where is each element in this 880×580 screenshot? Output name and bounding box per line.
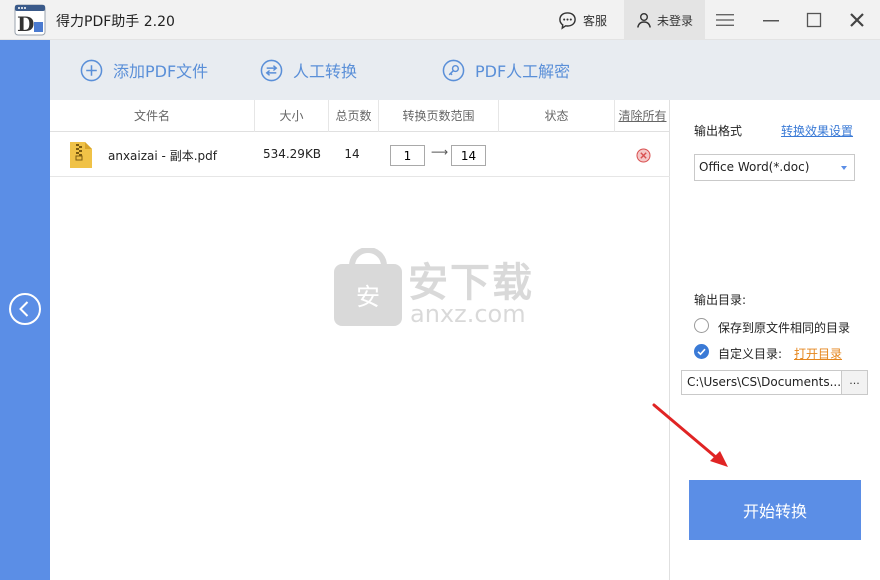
red-arrow-annotation: [652, 403, 728, 467]
watermark: 安 安下载 anxz.com: [330, 248, 550, 328]
file-name: anxaizai - 副本.pdf: [108, 149, 217, 163]
browse-button[interactable]: ...: [842, 370, 868, 395]
output-path-field[interactable]: C:\Users\CS\Documents...: [681, 370, 842, 395]
settings-panel: 输出格式 转换效果设置 Office Word(*.doc) 输出目录: 保存到…: [671, 100, 880, 580]
svg-text:D: D: [17, 12, 34, 36]
maximize-button[interactable]: [800, 6, 828, 34]
menu-icon: [716, 14, 734, 26]
chevron-down-icon: [841, 166, 847, 170]
range-from-input[interactable]: [390, 145, 425, 166]
add-pdf-label: 添加PDF文件: [113, 62, 209, 81]
app-logo-icon: D: [14, 4, 46, 36]
header-pages: 总页数: [329, 100, 379, 132]
header-range: 转换页数范围: [379, 100, 499, 132]
close-icon: [850, 13, 864, 27]
table-header: 文件名 大小 总页数 转换页数范围 状态 清除所有: [50, 100, 670, 132]
key-icon: [442, 59, 465, 81]
title-bar: D 得力PDF助手 2.20 客服 未登录: [0, 0, 880, 40]
close-button[interactable]: [843, 6, 871, 34]
swap-icon: [260, 59, 283, 81]
manual-convert-label: 人工转换: [293, 62, 358, 81]
maximize-icon: [806, 12, 822, 28]
left-sidebar: [0, 40, 50, 580]
start-convert-label: 开始转换: [742, 502, 807, 521]
header-size: 大小: [255, 100, 329, 132]
table-row[interactable]: anxaizai - 副本.pdf 534.29KB 14 ⟶: [50, 133, 670, 177]
service-label: 客服: [583, 13, 608, 28]
effect-settings-link[interactable]: 转换效果设置: [781, 122, 853, 139]
user-icon: [637, 13, 651, 28]
outdir-label: 输出目录:: [694, 293, 747, 307]
start-convert-button[interactable]: 开始转换: [689, 480, 861, 540]
radio-custom-dir[interactable]: [694, 344, 709, 359]
back-arrow-icon[interactable]: [8, 292, 42, 326]
manual-convert-button[interactable]: 人工转换: [260, 58, 357, 82]
format-select[interactable]: Office Word(*.doc): [694, 154, 855, 181]
file-pages: 14: [344, 147, 360, 161]
login-button[interactable]: 未登录: [624, 0, 705, 40]
check-icon: [697, 348, 706, 356]
format-value: Office Word(*.doc): [699, 160, 810, 174]
header-filename: 文件名: [50, 100, 255, 132]
file-size: 534.29KB: [262, 147, 322, 161]
opt-custom-label: 自定义目录:: [718, 347, 783, 361]
delete-icon[interactable]: [636, 148, 651, 163]
clear-all-link[interactable]: 清除所有: [615, 100, 670, 132]
clear-all-label: 清除所有: [618, 109, 667, 123]
toolbar: 添加PDF文件 人工转换 PDF人工解密: [50, 40, 880, 100]
file-list-area: 文件名 大小 总页数 转换页数范围 状态 清除所有 anxaizai - 副本.…: [50, 100, 670, 580]
zip-file-icon: [70, 142, 92, 168]
chat-icon: [559, 11, 576, 30]
customer-service-button[interactable]: 客服: [558, 9, 607, 31]
range-to-input[interactable]: [451, 145, 486, 166]
add-circle-icon: [80, 59, 103, 81]
range-arrow-icon: ⟶: [431, 145, 449, 159]
format-label: 输出格式: [694, 124, 743, 138]
radio-same-dir[interactable]: [694, 318, 709, 333]
header-status: 状态: [499, 100, 615, 132]
add-pdf-button[interactable]: 添加PDF文件: [80, 58, 208, 82]
open-dir-link[interactable]: 打开目录: [794, 345, 842, 362]
minimize-icon: [763, 20, 779, 22]
shield-bag-icon: 安: [334, 248, 402, 326]
opt-same-label: 保存到原文件相同的目录: [718, 321, 851, 335]
pdf-decrypt-label: PDF人工解密: [475, 62, 571, 81]
svg-text:安: 安: [356, 283, 380, 311]
watermark-domain: anxz.com: [410, 300, 526, 328]
pdf-decrypt-button[interactable]: PDF人工解密: [442, 58, 570, 82]
app-title: 得力PDF助手 2.20: [56, 14, 175, 30]
login-label: 未登录: [656, 13, 693, 28]
menu-button[interactable]: [711, 6, 739, 34]
minimize-button[interactable]: [757, 6, 785, 34]
